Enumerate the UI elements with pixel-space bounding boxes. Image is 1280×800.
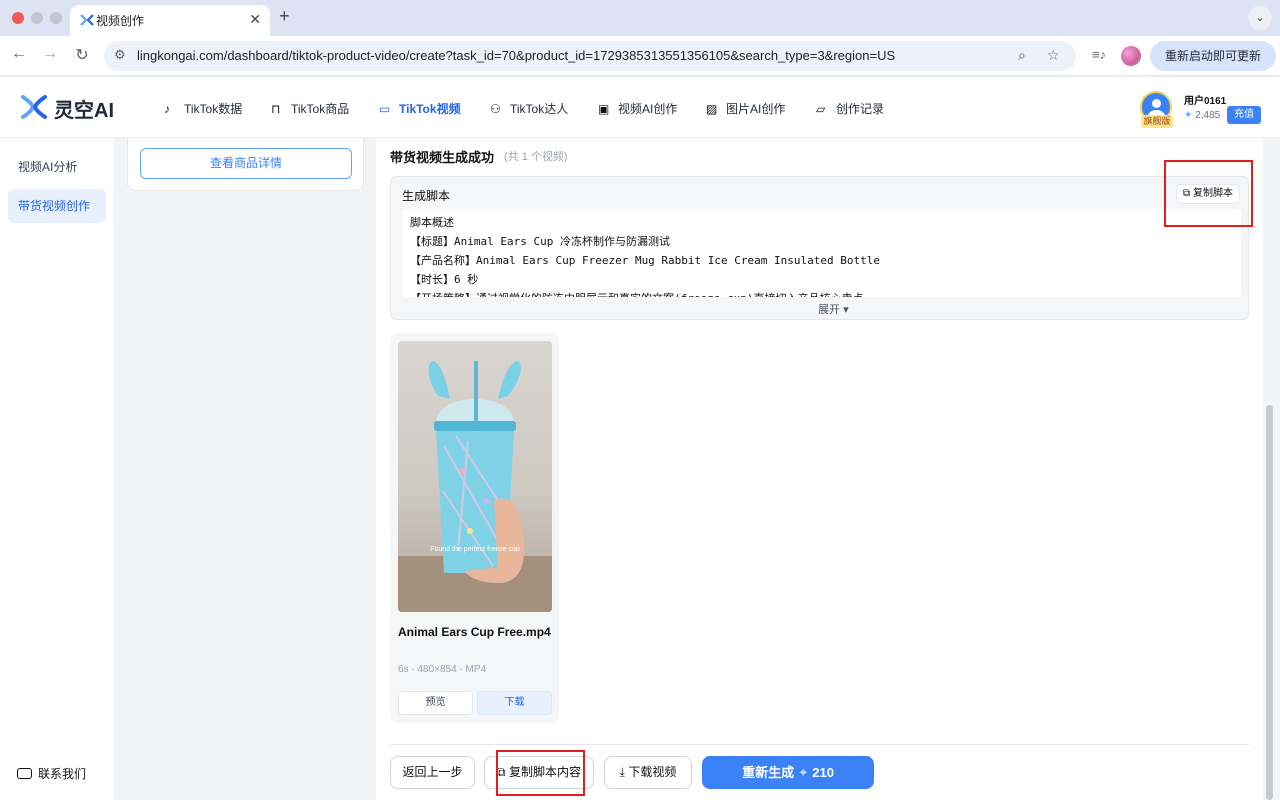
close-window-button[interactable] <box>12 12 24 24</box>
folder-icon: ▱ <box>816 102 826 116</box>
users-icon: ⚇ <box>490 102 501 116</box>
nav-video-ai-creation[interactable]: ▣ 视频AI创作 <box>598 100 677 117</box>
media-controls-icon[interactable]: ≡♪ <box>1092 47 1106 62</box>
video-file-name: Animal Ears Cup Free.mp4 <box>398 625 551 639</box>
tiktok-icon: ♪ <box>164 102 170 116</box>
bookmark-star-icon[interactable]: ☆ <box>1047 47 1060 64</box>
download-button[interactable]: 下载 <box>477 691 552 715</box>
sparkle-icon: ✦ <box>1184 110 1193 121</box>
video-caption: Found the perfect freeze cup <box>430 546 520 553</box>
page-title: 带货视频生成成功 <box>390 150 495 165</box>
script-line: 【开场策略】通过视觉化的防冻内胆展示和真实的文案(freeze cup)直接切入… <box>410 289 1233 297</box>
divider <box>390 744 1249 745</box>
film-icon: ▣ <box>598 102 610 116</box>
highlight-box <box>496 750 585 796</box>
app-header: 灵空AI ♪ TikTok数据 ⊓ TikTok商品 ▭ TikTok视频 ⚇ TikT… <box>0 77 1280 138</box>
url-input[interactable]: ⚙ lingkongai.com/dashboard/tiktok-produc… <box>104 41 1076 71</box>
nav-tiktok-products[interactable]: ⊓ TikTok商品 <box>271 100 349 117</box>
script-line: 脚本概述 <box>410 216 454 229</box>
left-sidebar: 视频AI分析 带货视频创作 联系我们 <box>0 138 115 800</box>
sparkle-icon: ✦ <box>797 765 809 780</box>
highlight-box <box>1164 160 1253 227</box>
nav-creation-history[interactable]: ▱ 创作记录 <box>816 100 884 117</box>
nav-image-ai-creation[interactable]: ▨ 图片AI创作 <box>706 100 785 117</box>
url-text: lingkongai.com/dashboard/tiktok-product-… <box>137 48 896 63</box>
browser-tab-bar: 视频创作 ✕ + ⌄ <box>0 0 1280 36</box>
logo-icon[interactable] <box>20 93 48 121</box>
favicon-icon <box>80 14 94 26</box>
video-thumbnail[interactable]: Found the perfect freeze cup <box>398 341 552 612</box>
contact-us-link[interactable]: 联系我们 <box>17 765 86 782</box>
vip-badge: 旗舰版 <box>1141 115 1173 128</box>
tab-title: 视频创作 <box>96 14 145 28</box>
expand-script-toggle[interactable]: 展开 ▾ <box>818 301 849 317</box>
nav-tiktok-data[interactable]: ♪ TikTok数据 <box>164 100 242 117</box>
view-product-details-button[interactable]: 查看商品详情 <box>140 148 352 179</box>
page-scrollbar[interactable] <box>1266 405 1273 800</box>
nav-tiktok-creators[interactable]: ⚇ TikTok达人 <box>490 100 568 117</box>
forward-icon[interactable]: → <box>39 45 61 63</box>
image-icon: ▨ <box>706 102 718 116</box>
generated-script-panel: 生成脚本 ⧉ 复制脚本 脚本概述 【标题】Animal Ears Cup 冷冻杯… <box>390 176 1249 320</box>
credits-balance: ✦ 2,485 <box>1184 110 1221 121</box>
sidebar-item-video-ai-analysis[interactable]: 视频AI分析 <box>8 150 106 184</box>
zoom-search-icon[interactable]: ⌕ <box>1018 47 1026 64</box>
shopping-bag-icon: ⊓ <box>271 102 281 116</box>
back-icon[interactable]: ← <box>8 45 30 63</box>
product-panel: 查看商品详情 <box>127 138 364 191</box>
avatar-head <box>1152 99 1161 108</box>
logo-text[interactable]: 灵空AI <box>54 94 114 123</box>
maximize-window-button[interactable] <box>50 12 62 24</box>
tab-search-icon[interactable]: ⌄ <box>1248 6 1272 30</box>
cup-illustration: Found the perfect freeze cup <box>398 361 552 612</box>
back-step-button[interactable]: 返回上一步 <box>390 756 475 789</box>
video-card: Found the perfect freeze cup Animal Ears… <box>390 333 559 723</box>
video-camera-icon: ▭ <box>379 102 391 116</box>
new-tab-icon[interactable]: + <box>279 6 290 27</box>
sidebar-item-product-video-creation[interactable]: 带货视频创作 <box>8 189 106 223</box>
script-line: 【标题】Animal Ears Cup 冷冻杯制作与防漏测试 <box>410 235 670 248</box>
main-content: 带货视频生成成功 (共 1 个视频) 生成脚本 ⧉ 复制脚本 脚本概述 【标题】… <box>376 138 1263 800</box>
site-settings-icon[interactable]: ⚙ <box>114 47 126 63</box>
restart-to-update-button[interactable]: 重新启动即可更新 <box>1150 41 1276 71</box>
caret-down-icon: ▾ <box>843 304 849 316</box>
minimize-window-button[interactable] <box>31 12 43 24</box>
user-name: 用户0161 <box>1184 96 1227 107</box>
video-count: (共 1 个视频) <box>504 151 568 163</box>
close-tab-icon[interactable]: ✕ <box>249 11 261 28</box>
script-line: 【产品名称】Animal Ears Cup Freezer Mug Rabbit… <box>410 254 880 267</box>
regenerate-button[interactable]: 重新生成 ✦ 210 <box>702 756 874 789</box>
address-bar-row: ← → ↻ ⚙ lingkongai.com/dashboard/tiktok-… <box>0 36 1280 76</box>
browser-tab[interactable]: 视频创作 ✕ <box>70 5 270 36</box>
download-video-button[interactable]: ⤓ 下载视频 <box>604 756 692 789</box>
download-icon: ⤓ <box>619 765 625 779</box>
recharge-button[interactable]: 充值 <box>1227 106 1261 124</box>
profile-avatar-icon[interactable] <box>1121 46 1141 66</box>
script-content[interactable]: 脚本概述 【标题】Animal Ears Cup 冷冻杯制作与防漏测试 【产品名… <box>402 209 1241 297</box>
reload-icon[interactable]: ↻ <box>71 45 93 65</box>
nav-tiktok-videos[interactable]: ▭ TikTok视频 <box>379 100 461 117</box>
video-meta: 6s · 480×854 · MP4 <box>398 664 487 675</box>
chat-bubble-icon <box>17 768 32 779</box>
script-label: 生成脚本 <box>402 189 451 203</box>
script-line: 【时长】6 秒 <box>410 273 479 286</box>
preview-button[interactable]: 预览 <box>398 691 473 715</box>
